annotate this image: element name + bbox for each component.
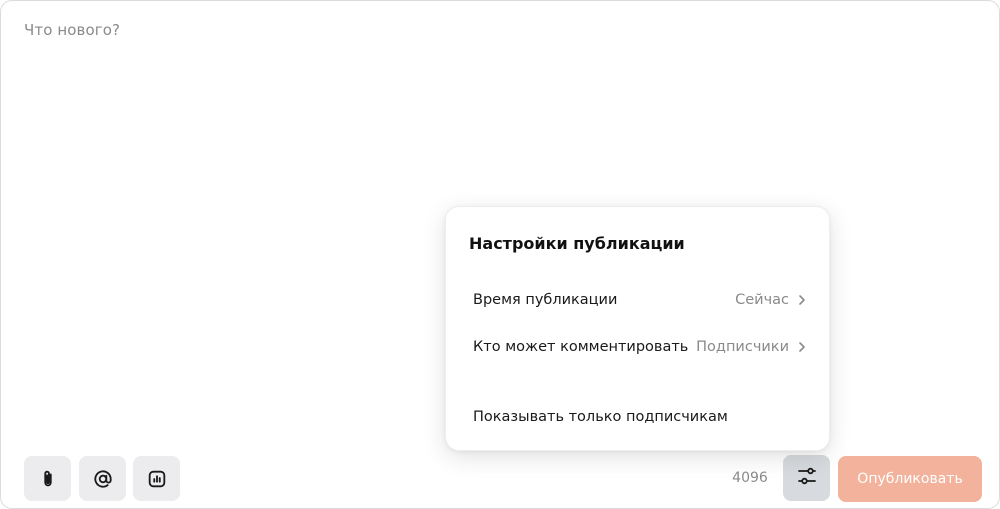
- who-can-comment-label: Кто может комментировать: [473, 339, 689, 355]
- poll-button[interactable]: [133, 456, 180, 501]
- mention-button[interactable]: [79, 456, 126, 501]
- sliders-icon: [795, 464, 819, 492]
- publish-button[interactable]: Опубликовать: [838, 456, 982, 502]
- at-sign-icon: [92, 468, 114, 490]
- subscribers-only-label: Показывать только подписчикам: [473, 409, 728, 425]
- post-composer[interactable]: Что нового? 4096 Опубликовать Настройки …: [0, 0, 1000, 509]
- who-can-comment-row[interactable]: Кто может комментировать Подписчики: [473, 335, 806, 359]
- publication-settings-popup: Настройки публикации Время публикации Се…: [445, 206, 830, 451]
- poll-chart-icon: [146, 468, 168, 490]
- publication-time-label: Время публикации: [473, 292, 618, 308]
- composer-placeholder[interactable]: Что нового?: [24, 21, 120, 39]
- chevron-right-icon: [798, 338, 806, 357]
- subscribers-only-row[interactable]: Показывать только подписчикам: [473, 405, 806, 429]
- attach-button[interactable]: [24, 456, 71, 501]
- paperclip-icon: [37, 468, 59, 490]
- chevron-right-icon: [798, 291, 806, 310]
- who-can-comment-value: Подписчики: [696, 339, 789, 355]
- character-counter: 4096: [732, 470, 768, 486]
- publication-time-value: Сейчас: [735, 292, 789, 308]
- popup-title: Настройки публикации: [469, 234, 685, 253]
- publication-time-row[interactable]: Время публикации Сейчас: [473, 288, 806, 312]
- publication-settings-button[interactable]: [783, 455, 830, 501]
